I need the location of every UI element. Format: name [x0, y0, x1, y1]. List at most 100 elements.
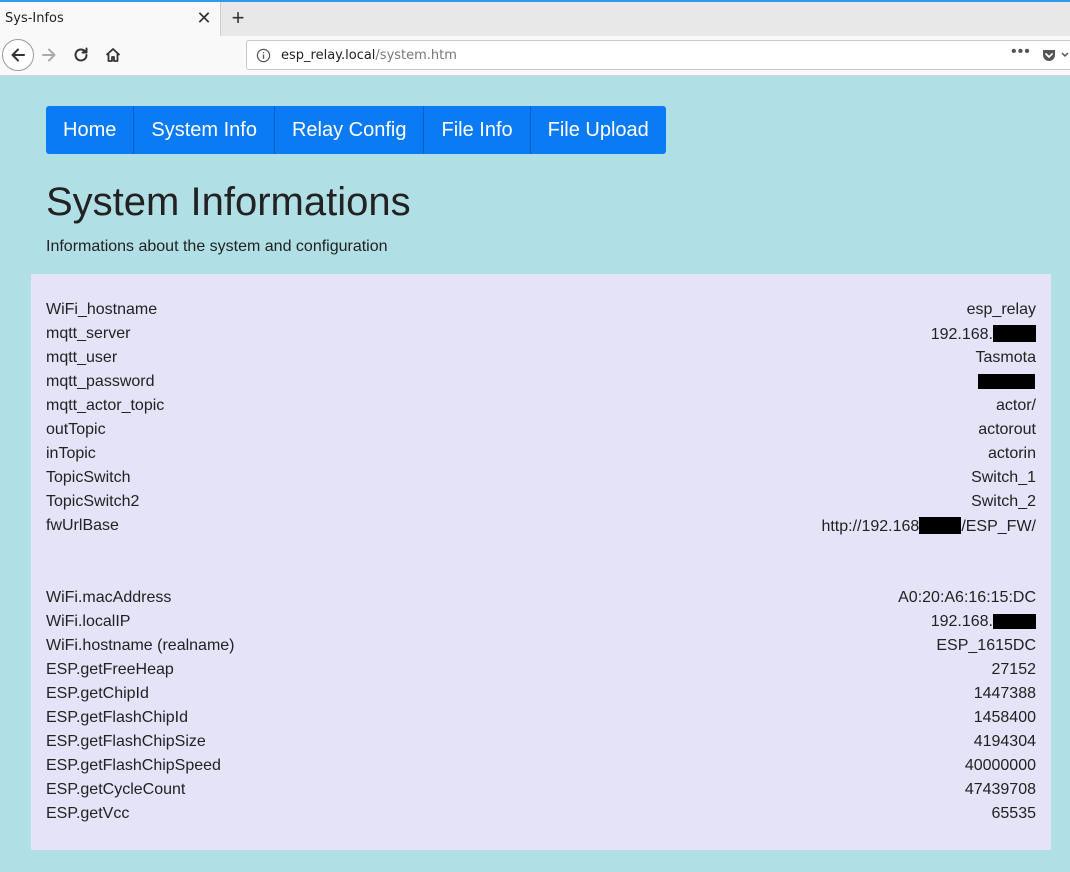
- info-value-wrap: http://192.168/ESP_FW/: [821, 517, 1036, 536]
- info-key: inTopic: [46, 445, 96, 462]
- menu-item-home[interactable]: Home: [46, 106, 135, 154]
- info-row: TopicSwitch Switch_1: [46, 466, 1036, 490]
- info-value-prefix: http://192.168: [821, 518, 920, 535]
- info-value: A0:20:A6:16:15:DC: [898, 589, 1036, 606]
- page-actions-icon[interactable]: •••: [1011, 43, 1031, 61]
- reload-icon: [74, 47, 88, 62]
- info-value-wrap: [978, 373, 1035, 391]
- info-value: esp_relay: [966, 301, 1036, 318]
- info-key: ESP.getFlashChipSpeed: [46, 757, 221, 774]
- info-value: Switch_1: [971, 469, 1036, 486]
- info-key: ESP.getCycleCount: [46, 781, 186, 798]
- tab-title: Sys-Infos: [5, 11, 64, 26]
- arrow-left-icon: [11, 48, 25, 62]
- info-row: mqtt_server 192.168.: [46, 322, 1036, 346]
- url-text: esp_relay.local/system.htm: [281, 48, 457, 63]
- info-row: ESP.getCycleCount 47439708: [46, 778, 1036, 802]
- reload-button[interactable]: [65, 39, 97, 71]
- info-value: Switch_2: [971, 493, 1036, 510]
- back-button[interactable]: [2, 39, 34, 71]
- info-row: ESP.getChipId 1447388: [46, 682, 1036, 706]
- info-key: TopicSwitch: [46, 469, 131, 486]
- new-tab-icon[interactable]: +: [228, 6, 248, 30]
- home-icon: [105, 48, 121, 62]
- info-key: ESP.getFlashChipId: [46, 709, 189, 726]
- arrow-right-icon: [42, 48, 56, 62]
- config-list: WiFi_hostname esp_relay mqtt_server 192.…: [46, 298, 1036, 538]
- info-value-wrap: 192.168.: [931, 325, 1036, 344]
- redaction-block: [993, 614, 1036, 629]
- info-key: ESP.getChipId: [46, 685, 149, 702]
- info-row: fwUrlBase http://192.168/ESP_FW/: [46, 514, 1036, 538]
- info-key: ESP.getFlashChipSize: [46, 733, 206, 750]
- info-value: 27152: [991, 661, 1037, 678]
- close-tab-icon[interactable]: ✕: [196, 8, 212, 28]
- system-list: WiFi.macAddress A0:20:A6:16:15:DC WiFi.l…: [46, 586, 1036, 826]
- info-key: WiFi.hostname (realname): [46, 637, 235, 654]
- info-value: 4194304: [973, 733, 1036, 750]
- info-row: ESP.getFlashChipSpeed 40000000: [46, 754, 1036, 778]
- info-key: ESP.getFreeHeap: [46, 661, 174, 678]
- page-subtitle: Informations about the system and config…: [46, 238, 388, 255]
- info-key: mqtt_server: [46, 325, 131, 342]
- info-value: actorin: [987, 445, 1036, 462]
- info-value: 40000000: [964, 757, 1036, 774]
- menu-item-system-info[interactable]: System Info: [134, 106, 275, 154]
- info-key: WiFi_hostname: [46, 301, 158, 318]
- redaction-block: [919, 517, 962, 534]
- info-value: 47439708: [964, 781, 1036, 798]
- info-row: WiFi_hostname esp_relay: [46, 298, 1036, 322]
- menu-item-file-upload[interactable]: File Upload: [531, 106, 666, 154]
- menu-item-relay-config[interactable]: Relay Config: [275, 106, 425, 154]
- info-value: ESP_1615DC: [936, 637, 1036, 654]
- url-host: esp_relay.local: [281, 48, 376, 63]
- info-row: TopicSwitch2 Switch_2: [46, 490, 1036, 514]
- forward-button[interactable]: [33, 39, 65, 71]
- info-row: WiFi.macAddress A0:20:A6:16:15:DC: [46, 586, 1036, 610]
- chevron-down-icon[interactable]: [1061, 49, 1069, 61]
- info-row: ESP.getFlashChipId 1458400: [46, 706, 1036, 730]
- info-row: ESP.getFlashChipSize 4194304: [46, 730, 1036, 754]
- info-value: 192.168.: [930, 613, 993, 630]
- info-row: outTopic actorout: [46, 418, 1036, 442]
- info-key: fwUrlBase: [46, 517, 119, 534]
- info-row: mqtt_password: [46, 370, 1036, 394]
- pocket-icon[interactable]: [1041, 47, 1057, 63]
- info-row: mqtt_user Tasmota: [46, 346, 1036, 370]
- browser-nav-bar: esp_relay.local/system.htm •••: [0, 36, 1070, 76]
- info-value-suffix: /ESP_FW/: [961, 518, 1036, 535]
- url-path: /system.htm: [375, 48, 457, 63]
- info-row: WiFi.localIP 192.168.: [46, 610, 1036, 634]
- info-key: WiFi.macAddress: [46, 589, 172, 606]
- info-value: actor/: [995, 397, 1036, 414]
- info-value-wrap: 192.168.: [931, 613, 1036, 631]
- info-value: 192.168.: [930, 326, 993, 343]
- info-value: Tasmota: [975, 349, 1036, 366]
- info-row: mqtt_actor_topic actor/: [46, 394, 1036, 418]
- info-value: actorout: [978, 421, 1036, 438]
- info-value: 1447388: [973, 685, 1036, 702]
- address-bar[interactable]: esp_relay.local/system.htm •••: [246, 40, 1070, 70]
- redaction-block: [978, 374, 1035, 389]
- info-row: ESP.getFreeHeap 27152: [46, 658, 1036, 682]
- info-key: TopicSwitch2: [46, 493, 140, 510]
- main-menu: Home System Info Relay Config File Info …: [46, 106, 666, 154]
- redaction-block: [993, 325, 1036, 342]
- info-value: 1458400: [973, 709, 1036, 726]
- info-row: WiFi.hostname (realname) ESP_1615DC: [46, 634, 1036, 658]
- info-key: outTopic: [46, 421, 106, 438]
- info-key: ESP.getVcc: [46, 805, 130, 822]
- browser-tab[interactable]: Sys-Infos ✕: [0, 2, 221, 37]
- info-value: 65535: [991, 805, 1037, 822]
- info-icon[interactable]: [256, 48, 271, 63]
- home-button[interactable]: [97, 39, 129, 71]
- browser-tab-bar: Sys-Infos ✕ +: [0, 0, 1070, 37]
- info-panel: WiFi_hostname esp_relay mqtt_server 192.…: [31, 274, 1051, 850]
- info-row: inTopic actorin: [46, 442, 1036, 466]
- page-title: System Informations: [46, 180, 411, 224]
- menu-item-file-info[interactable]: File Info: [424, 106, 531, 154]
- info-key: mqtt_actor_topic: [46, 397, 165, 414]
- info-key: mqtt_user: [46, 349, 118, 366]
- info-row: ESP.getVcc 65535: [46, 802, 1036, 826]
- info-key: mqtt_password: [46, 373, 155, 390]
